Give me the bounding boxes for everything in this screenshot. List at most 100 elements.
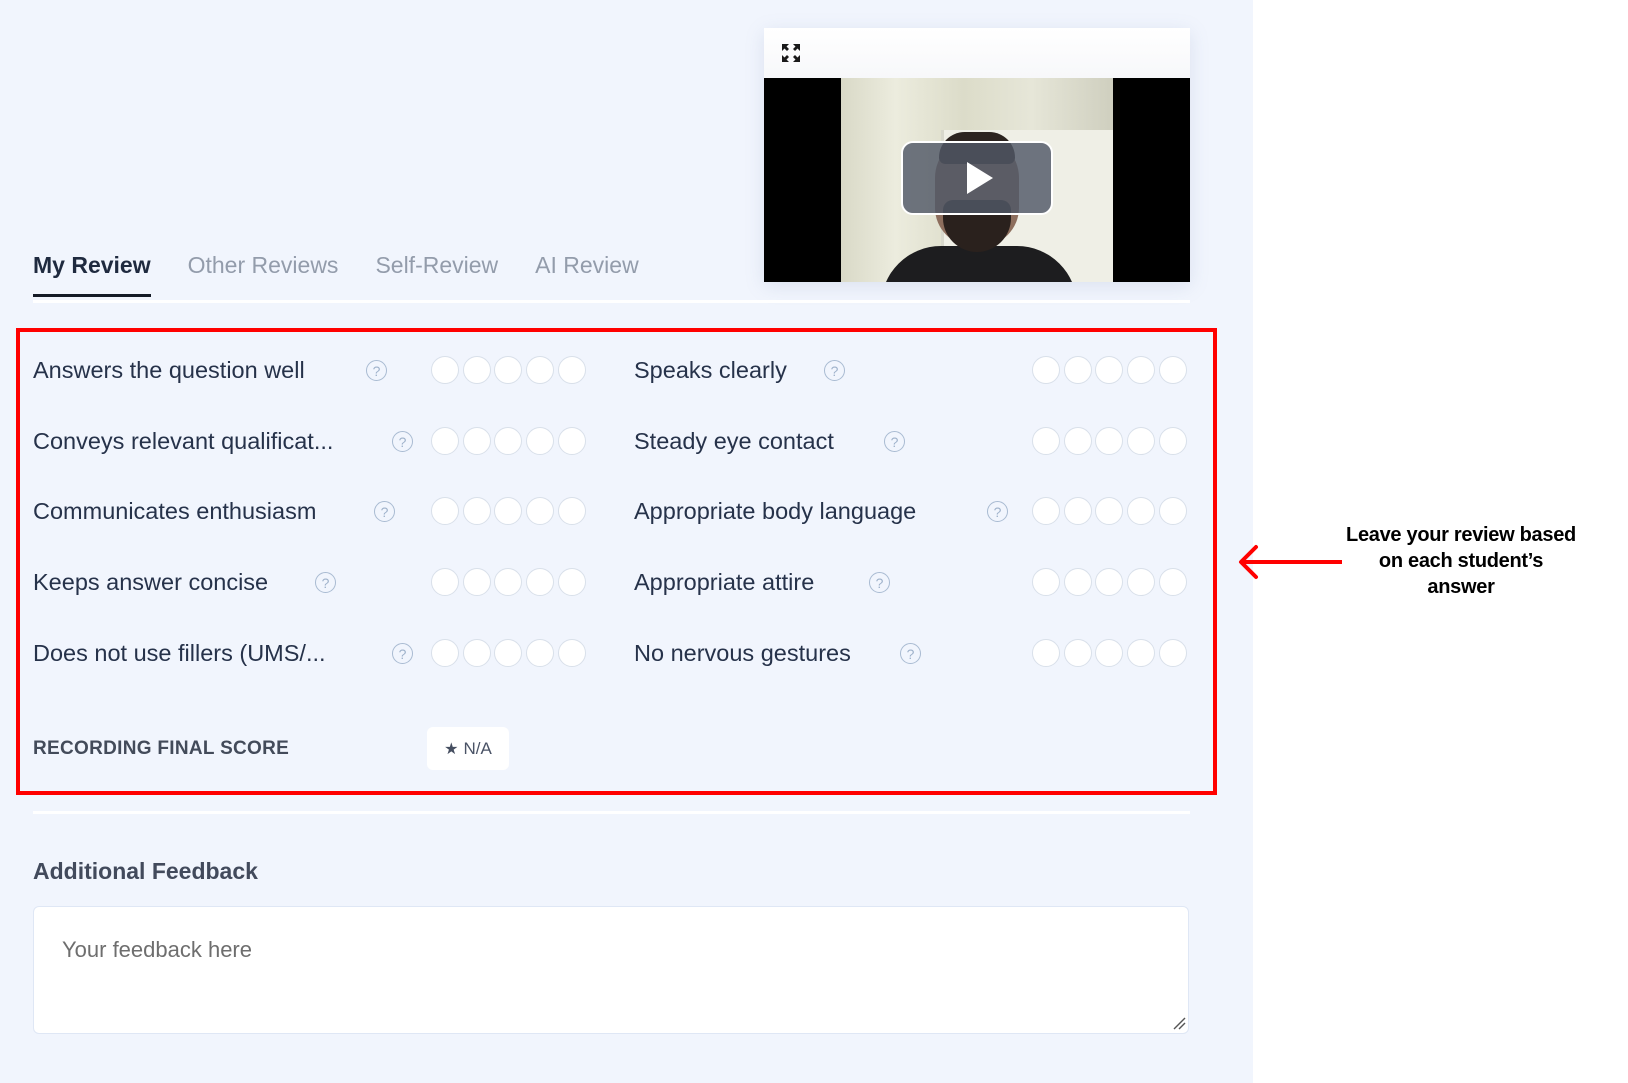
star-icon: ★ [444,740,459,758]
help-icon[interactable]: ? [366,360,387,381]
help-icon[interactable]: ? [869,572,890,593]
rating-scale [431,568,588,596]
criterion-row: Conveys relevant qualificat... [33,421,333,461]
rating-option-4[interactable] [526,356,555,384]
rating-option-4[interactable] [1127,497,1156,525]
tab-other-reviews[interactable]: Other Reviews [188,252,339,297]
review-tabs: My Review Other Reviews Self-Review AI R… [33,252,676,297]
rating-option-2[interactable] [1063,497,1092,525]
rating-option-4[interactable] [526,427,555,455]
rating-scale [1032,497,1189,525]
rating-option-1[interactable] [431,639,459,667]
rating-option-5[interactable] [1158,356,1187,384]
help-icon[interactable]: ? [900,643,921,664]
rating-option-1[interactable] [1032,639,1060,667]
rating-option-3[interactable] [494,639,523,667]
criterion-row: Appropriate body language [634,491,916,531]
rating-option-5[interactable] [557,356,586,384]
help-icon[interactable]: ? [315,572,336,593]
video-viewport[interactable] [764,78,1190,282]
tab-my-review[interactable]: My Review [33,252,151,297]
rating-option-2[interactable] [1063,568,1092,596]
help-icon[interactable]: ? [824,360,845,381]
rating-option-2[interactable] [462,497,491,525]
rating-option-5[interactable] [1158,427,1187,455]
rating-option-3[interactable] [1095,427,1124,455]
resize-handle-icon[interactable] [1172,1016,1186,1030]
tab-self-review[interactable]: Self-Review [375,252,498,297]
rating-option-4[interactable] [1127,427,1156,455]
help-icon[interactable]: ? [374,501,395,522]
rating-scale [431,497,588,525]
rating-option-3[interactable] [494,497,523,525]
rating-scale [431,639,588,667]
help-icon[interactable]: ? [392,431,413,452]
rating-option-3[interactable] [494,356,523,384]
rating-option-4[interactable] [1127,356,1156,384]
rating-option-3[interactable] [1095,568,1124,596]
rating-option-4[interactable] [1127,568,1156,596]
section-divider [33,811,1190,814]
final-score-badge: ★ N/A [427,727,509,770]
tab-ai-review[interactable]: AI Review [535,252,639,297]
rating-scale [1032,568,1189,596]
rating-option-1[interactable] [1032,497,1060,525]
rating-option-3[interactable] [494,568,523,596]
criterion-label: Steady eye contact [634,427,834,454]
criterion-label: Answers the question well [33,356,305,383]
rating-option-2[interactable] [1063,639,1092,667]
rating-option-5[interactable] [1158,568,1187,596]
tabs-divider [33,300,1190,303]
rating-option-1[interactable] [431,427,459,455]
rating-option-4[interactable] [526,639,555,667]
rating-option-5[interactable] [557,497,586,525]
rating-option-2[interactable] [462,568,491,596]
rating-scale [1032,427,1189,455]
rating-option-2[interactable] [462,427,491,455]
rating-option-4[interactable] [526,497,555,525]
feedback-title: Additional Feedback [33,858,258,884]
rating-option-5[interactable] [557,568,586,596]
criterion-row: Speaks clearly [634,350,787,390]
rating-option-5[interactable] [557,639,586,667]
help-icon[interactable]: ? [392,643,413,664]
rating-option-3[interactable] [1095,356,1124,384]
feedback-textarea[interactable] [33,906,1189,1034]
video-player [764,28,1190,282]
rating-option-3[interactable] [494,427,523,455]
rating-option-2[interactable] [462,639,491,667]
rating-option-1[interactable] [1032,427,1060,455]
rating-option-2[interactable] [1063,427,1092,455]
criterion-row: No nervous gestures [634,633,851,673]
help-icon[interactable]: ? [884,431,905,452]
criterion-label: Conveys relevant qualificat... [33,427,334,454]
rating-option-3[interactable] [1095,497,1124,525]
rating-option-1[interactable] [1032,356,1060,384]
annotation-arrow-icon [1239,545,1342,579]
rating-scale [431,427,588,455]
rating-scale [431,356,588,384]
rating-option-1[interactable] [431,497,459,525]
expand-arrows-icon[interactable] [780,42,802,64]
rating-option-5[interactable] [1158,497,1187,525]
final-score-value: N/A [463,738,492,758]
rating-option-2[interactable] [1063,356,1092,384]
rating-option-1[interactable] [431,568,459,596]
criterion-label: Appropriate body language [634,497,917,524]
rating-option-4[interactable] [1127,639,1156,667]
rating-option-3[interactable] [1095,639,1124,667]
rating-option-4[interactable] [526,568,555,596]
play-button[interactable] [901,141,1053,215]
criterion-label: Appropriate attire [634,568,815,595]
rating-option-5[interactable] [557,427,586,455]
video-toolbar [764,28,1190,78]
rating-option-1[interactable] [1032,568,1060,596]
criterion-row: Appropriate attire [634,562,814,602]
criterion-row: Communicates enthusiasm [33,491,316,531]
criterion-row: Does not use fillers (UMS/... [33,633,326,673]
rating-option-5[interactable] [1158,639,1187,667]
help-icon[interactable]: ? [987,501,1008,522]
rating-option-2[interactable] [462,356,491,384]
rating-option-1[interactable] [431,356,459,384]
rating-scale [1032,639,1189,667]
